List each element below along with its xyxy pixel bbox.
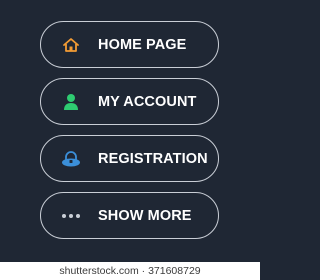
home-icon	[61, 35, 81, 55]
registration-label: REGISTRATION	[98, 150, 208, 167]
show-more-button[interactable]: SHOW MORE	[40, 192, 219, 239]
my-account-label: MY ACCOUNT	[98, 93, 197, 110]
watermark: shutterstock.com · 371608729	[0, 262, 260, 280]
menu: HOME PAGE MY ACCOUNT REGISTRATION SHOW M…	[40, 21, 219, 239]
more-dots-icon	[61, 206, 81, 226]
show-more-label: SHOW MORE	[98, 207, 192, 224]
home-page-button[interactable]: HOME PAGE	[40, 21, 219, 68]
user-icon	[61, 92, 81, 112]
my-account-button[interactable]: MY ACCOUNT	[40, 78, 219, 125]
home-page-label: HOME PAGE	[98, 36, 187, 53]
lock-icon	[61, 149, 81, 169]
registration-button[interactable]: REGISTRATION	[40, 135, 219, 182]
